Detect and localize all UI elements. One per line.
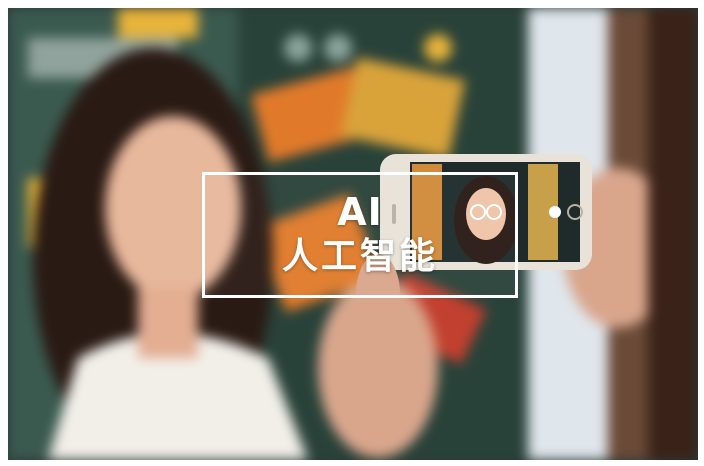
photo-frame: AI 人工智能 xyxy=(8,8,698,460)
title-overlay-box: AI 人工智能 xyxy=(202,172,518,298)
phone-shutter-button xyxy=(549,206,561,218)
overlay-title-chinese: 人工智能 xyxy=(281,236,438,277)
overlay-title-ai: AI xyxy=(337,190,383,234)
